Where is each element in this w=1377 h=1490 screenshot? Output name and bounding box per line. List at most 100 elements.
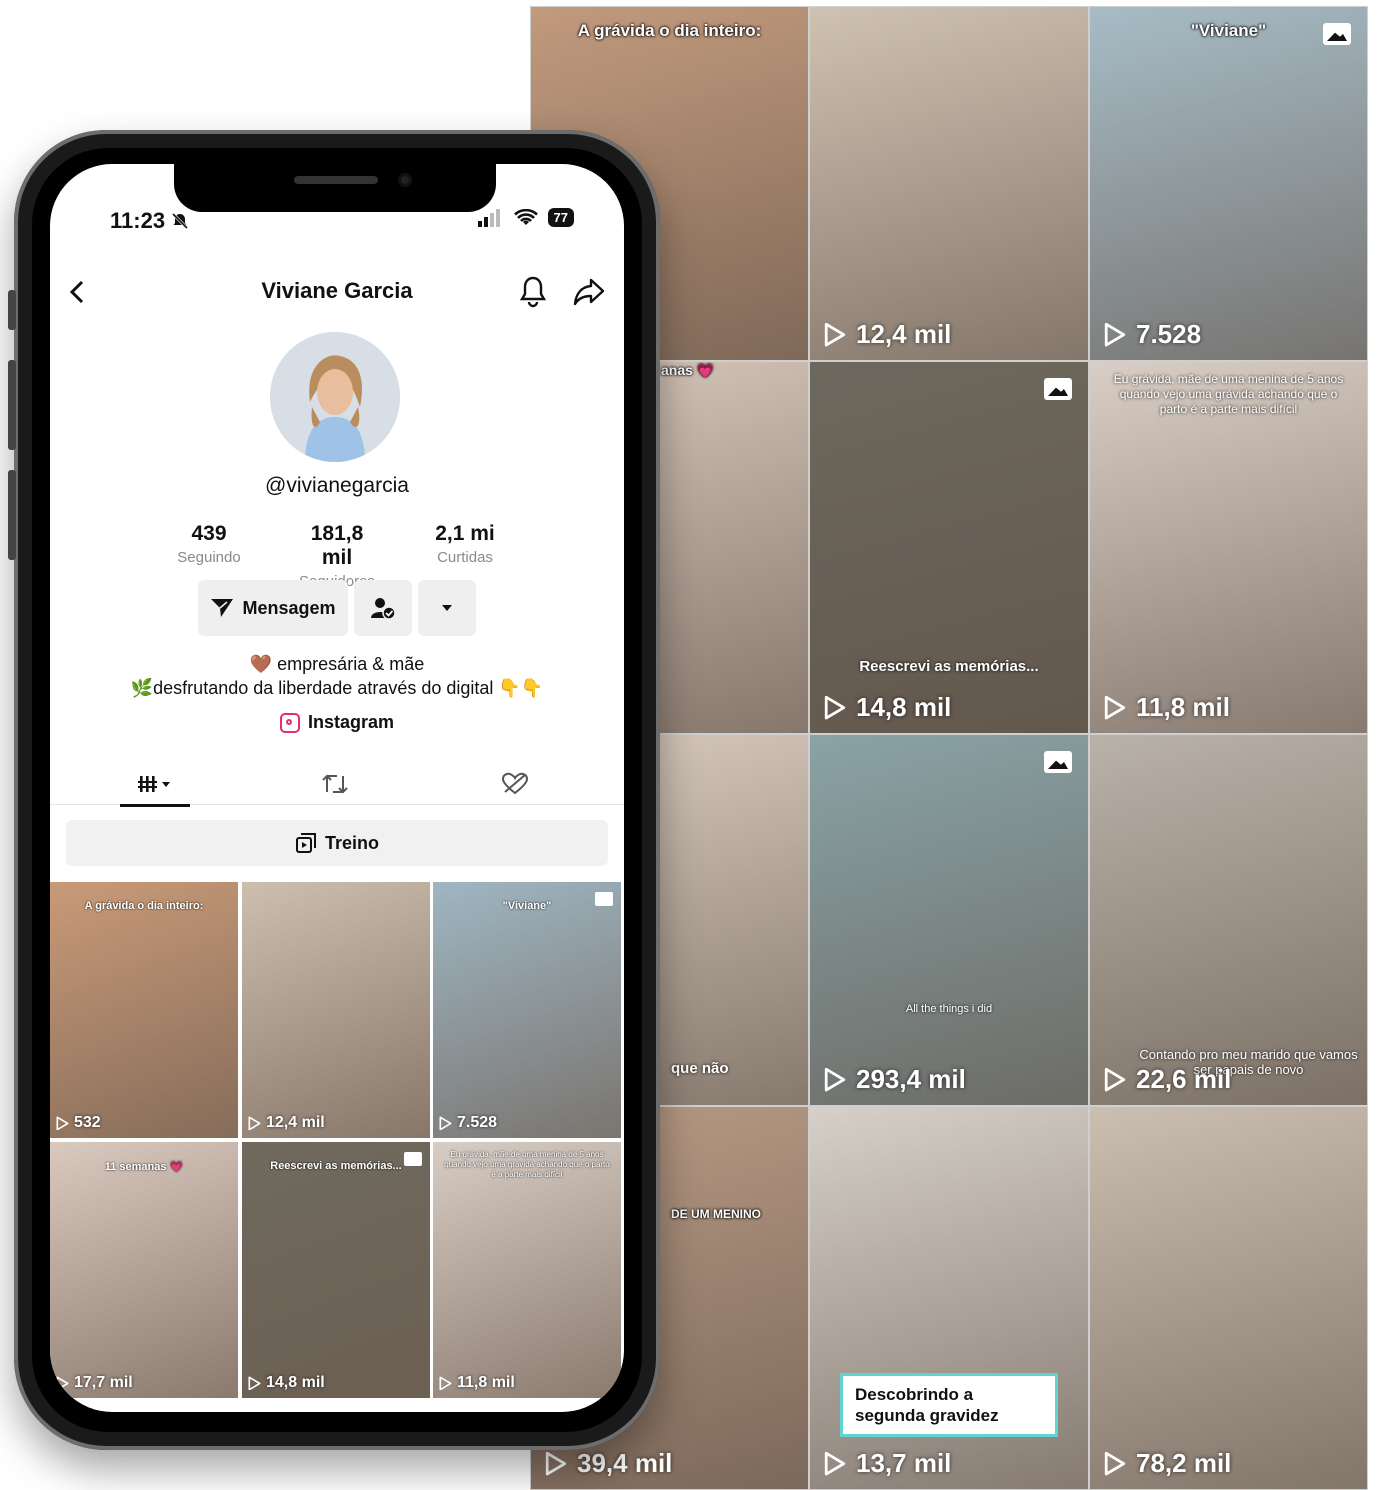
playlist-label: Treino: [324, 832, 379, 853]
photo-post-icon: [1044, 378, 1072, 400]
playlist-treino[interactable]: Treino: [66, 820, 608, 866]
phone-volume-up: [8, 360, 16, 450]
wifi-icon: [513, 208, 538, 225]
view-count-text: 293,4 mil: [856, 1064, 966, 1094]
play-icon: [1104, 695, 1126, 720]
tab-liked[interactable]: [480, 764, 550, 804]
view-count-text: 22,6 mil: [1136, 1064, 1232, 1094]
bio-line-2: 🌿desfrutando da liberdade através do dig…: [130, 678, 544, 698]
video-thumbnail[interactable]: "Viviane" 7.528: [433, 882, 621, 1138]
tab-reposts[interactable]: [300, 764, 370, 804]
play-icon: [824, 322, 846, 347]
view-count: 293,4 mil: [824, 1064, 966, 1095]
thumbnail-caption: 11 semanas 💗: [104, 1161, 184, 1173]
video-thumbnail[interactable]: Eu grávida, mãe de uma menina de 5 anos …: [433, 1142, 621, 1398]
view-count-text: 7.528: [1136, 319, 1202, 349]
view-count-text: 11,8 mil: [1136, 692, 1230, 722]
photo-post-icon: [595, 892, 613, 906]
repost-icon: [322, 774, 348, 794]
profile-bio: 🤎 empresária & mãe 🌿desfrutando da liber…: [50, 652, 624, 700]
view-count: 12,4 mil: [824, 319, 951, 350]
view-count-text: 39,4 mil: [577, 1448, 673, 1478]
thumbnail-caption: "Viviane": [502, 900, 552, 912]
thumbnail-caption: Eu grávida, mãe de uma menina de 5 anos …: [444, 1150, 610, 1179]
view-count: 14,8 mil: [248, 1374, 325, 1392]
tile-caption: que não: [671, 1060, 729, 1077]
notch: [174, 164, 496, 212]
stat-followers-value: 181,8 mil: [310, 522, 364, 569]
view-count-text: 13,7 mil: [856, 1448, 952, 1478]
view-count-text: 7.528: [457, 1114, 498, 1131]
thumbnail-caption: A grávida o dia inteiro:: [84, 900, 204, 912]
status-bar-time: 11:23: [110, 208, 189, 234]
speaker: [294, 176, 378, 184]
view-count: 17,7 mil: [56, 1374, 133, 1392]
play-icon: [439, 1376, 452, 1390]
video-tile[interactable]: Reescrevi as memórias... 14,8 mil: [809, 361, 1089, 734]
video-tile[interactable]: Descobrindo a segunda gravidez 13,7 mil: [809, 1106, 1089, 1490]
thumbnail-caption: Reescrevi as memórias...: [270, 1160, 402, 1172]
view-count: 13,7 mil: [824, 1448, 951, 1479]
play-icon: [439, 1116, 452, 1130]
tile-caption: anas 💗: [661, 362, 715, 378]
phone-screen: 11:23 77 Viviane Garcia @vivianegarcia 4…: [50, 164, 624, 1412]
view-count: 12,4 mil: [248, 1114, 325, 1132]
tile-caption: DE UM MENINO: [671, 1207, 761, 1221]
mute-bell-icon: [172, 212, 189, 230]
video-tile[interactable]: 12,4 mil: [809, 6, 1089, 361]
video-tile[interactable]: Eu grávida, mãe de uma menina de 5 anos …: [1089, 361, 1368, 734]
phone-side-button: [8, 290, 16, 330]
video-tile[interactable]: "Viviane" 7.528: [1089, 6, 1368, 361]
stat-likes-value: 2,1 mi: [435, 522, 495, 545]
play-icon: [248, 1376, 261, 1390]
tile-caption: All the things i did: [905, 1003, 993, 1015]
photo-post-icon: [404, 1152, 422, 1166]
view-count-text: 11,8 mil: [457, 1374, 515, 1391]
play-icon: [1104, 322, 1126, 347]
battery-indicator: 77: [547, 208, 574, 227]
stat-likes-label: Curtidas: [437, 549, 493, 566]
video-thumbnail[interactable]: Reescrevi as memórias... 14,8 mil: [242, 1142, 430, 1398]
video-tile[interactable]: All the things i did 293,4 mil: [809, 734, 1089, 1106]
photo-post-icon: [1323, 23, 1351, 45]
instagram-icon: [279, 712, 300, 733]
play-icon: [824, 1451, 846, 1476]
instagram-link[interactable]: Instagram: [50, 712, 624, 733]
profile-avatar[interactable]: [270, 332, 400, 462]
video-tile[interactable]: 78,2 mil: [1089, 1106, 1368, 1490]
video-thumbnail[interactable]: 11 semanas 💗 17,7 mil: [50, 1142, 238, 1398]
view-count: 11,8 mil: [1104, 692, 1230, 723]
view-count-text: 17,7 mil: [74, 1374, 133, 1391]
more-options-button[interactable]: [418, 580, 476, 636]
photo-post-icon: [1044, 751, 1072, 773]
play-icon: [248, 1116, 261, 1130]
video-thumbnail[interactable]: 12,4 mil: [242, 882, 430, 1138]
stat-following-label: Seguindo: [177, 549, 241, 566]
view-count-text: 14,8 mil: [856, 692, 952, 722]
play-icon: [545, 1451, 567, 1476]
message-button[interactable]: Mensagem: [198, 580, 348, 636]
following-status-button[interactable]: [354, 580, 412, 636]
phone-volume-down: [8, 470, 16, 560]
view-count: 78,2 mil: [1104, 1448, 1231, 1479]
video-thumbnail[interactable]: A grávida o dia inteiro: 532: [50, 882, 238, 1138]
share-icon[interactable]: [572, 274, 606, 308]
tile-caption: Reescrevi as memórias...: [859, 658, 1039, 675]
view-count: 532: [56, 1114, 101, 1132]
tab-videos[interactable]: [120, 764, 190, 807]
view-count-text: 78,2 mil: [1136, 1448, 1232, 1478]
view-count: 7.528: [439, 1114, 497, 1132]
signal-icon: [477, 208, 500, 227]
front-camera: [398, 173, 412, 187]
view-count: 22,6 mil: [1104, 1064, 1231, 1095]
username: @vivianegarcia: [265, 474, 409, 497]
status-bar-right: 77: [477, 208, 574, 227]
video-tile[interactable]: Contando pro meu marido que vamos ser pa…: [1089, 734, 1368, 1106]
view-count: 11,8 mil: [439, 1374, 515, 1392]
play-icon: [1104, 1451, 1126, 1476]
view-count-text: 12,4 mil: [266, 1114, 325, 1131]
notification-bell-icon[interactable]: [518, 274, 548, 308]
profile-header: Viviane Garcia: [50, 274, 624, 310]
message-button-label: Mensagem: [242, 597, 336, 618]
stat-following-value: 439: [191, 522, 227, 545]
